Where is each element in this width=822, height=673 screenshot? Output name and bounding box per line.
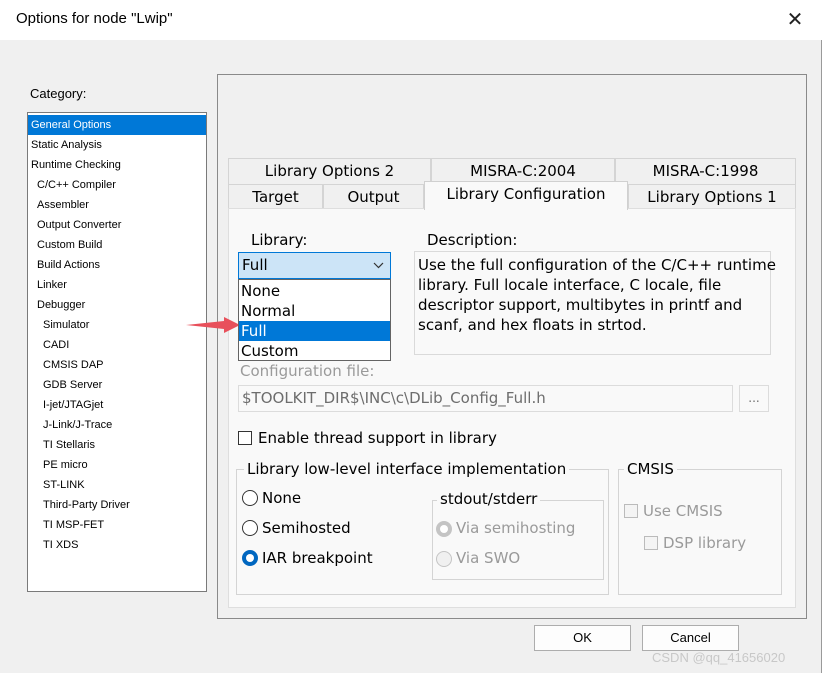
config-file-label: Configuration file: [240, 362, 375, 380]
watermark: CSDN @qq_41656020 [652, 650, 786, 665]
library-select-value: Full [242, 256, 268, 274]
stdout-group [432, 500, 604, 580]
category-item[interactable]: Assembler [28, 195, 206, 215]
radio-iar-breakpoint-label: IAR breakpoint [262, 549, 373, 567]
category-item[interactable]: GDB Server [28, 375, 206, 395]
category-item[interactable]: Third-Party Driver [28, 495, 206, 515]
description-label: Description: [427, 231, 518, 249]
cancel-button[interactable]: Cancel [642, 625, 739, 651]
library-option-normal[interactable]: Normal [239, 301, 390, 321]
category-item[interactable]: ST-LINK [28, 475, 206, 495]
library-select[interactable]: Full [238, 252, 391, 279]
low-level-group-title: Library low-level interface implementati… [244, 460, 570, 478]
category-item[interactable]: TI XDS [28, 535, 206, 555]
category-label: Category: [30, 86, 87, 101]
category-item[interactable]: General Options [28, 115, 206, 135]
radio-iar-breakpoint[interactable] [242, 550, 258, 566]
radio-via-swo-label: Via SWO [456, 549, 521, 567]
category-item[interactable]: CADI [28, 335, 206, 355]
category-list[interactable]: General Options Static Analysis Runtime Ch… [27, 112, 207, 592]
annotation-arrow-icon [186, 317, 240, 333]
description-line: Use the full configuration of the C/C++ … [418, 256, 776, 274]
close-icon[interactable]: ✕ [784, 8, 806, 30]
category-item[interactable]: CMSIS DAP [28, 355, 206, 375]
cmsis-group-title: CMSIS [624, 460, 677, 478]
chevron-down-icon[interactable] [373, 253, 384, 278]
category-item[interactable]: Build Actions [28, 255, 206, 275]
category-item[interactable]: Static Analysis [28, 135, 206, 155]
description-line: descriptor support, multibytes in printf… [418, 296, 743, 314]
library-label: Library: [251, 231, 308, 249]
category-item[interactable]: Simulator [28, 315, 206, 335]
stdout-group-title: stdout/stderr [437, 490, 541, 508]
tab-misra-c-1998[interactable]: MISRA-C:1998 [615, 158, 796, 184]
cmsis-group [618, 469, 782, 595]
thread-support-checkbox[interactable] [238, 431, 252, 445]
library-option-full[interactable]: Full [239, 321, 390, 341]
library-dropdown-list[interactable]: None Normal Full Custom [238, 279, 391, 361]
radio-semihosted-label: Semihosted [262, 519, 351, 537]
title-bar: Options for node "Lwip" ✕ [0, 0, 822, 40]
category-item[interactable]: PE micro [28, 455, 206, 475]
thread-support-label: Enable thread support in library [258, 429, 497, 447]
radio-via-semihosting[interactable] [436, 521, 452, 537]
browse-button[interactable]: ... [739, 385, 769, 412]
tab-target[interactable]: Target [228, 184, 323, 210]
description-line: library. Full locale interface, C locale… [418, 276, 722, 294]
ok-button[interactable]: OK [534, 625, 631, 651]
category-item[interactable]: Linker [28, 275, 206, 295]
category-item[interactable]: J-Link/J-Trace [28, 415, 206, 435]
use-cmsis-checkbox[interactable] [624, 504, 638, 518]
library-option-custom[interactable]: Custom [239, 341, 390, 361]
radio-via-swo[interactable] [436, 551, 452, 567]
category-item[interactable]: C/C++ Compiler [28, 175, 206, 195]
category-item[interactable]: Runtime Checking [28, 155, 206, 175]
tab-library-options-1[interactable]: Library Options 1 [628, 184, 796, 210]
description-box: Use the full configuration of the C/C++ … [414, 251, 776, 355]
radio-semihosted[interactable] [242, 520, 258, 536]
library-option-none[interactable]: None [239, 281, 390, 301]
tab-library-options-2[interactable]: Library Options 2 [228, 158, 431, 184]
dialog-title: Options for node "Lwip" [16, 10, 173, 27]
radio-via-semihosting-label: Via semihosting [456, 519, 576, 537]
radio-none[interactable] [242, 490, 258, 506]
category-item[interactable]: Output Converter [28, 215, 206, 235]
description-line: scanf, and hex floats in strtod. [418, 316, 647, 334]
tab-output[interactable]: Output [323, 184, 424, 210]
category-item[interactable]: Custom Build [28, 235, 206, 255]
dsp-library-label: DSP library [663, 534, 747, 552]
radio-none-label: None [262, 489, 302, 507]
use-cmsis-label: Use CMSIS [643, 502, 723, 520]
category-item[interactable]: TI MSP-FET [28, 515, 206, 535]
category-item[interactable]: TI Stellaris [28, 435, 206, 455]
config-file-field[interactable]: $TOOLKIT_DIR$\INC\c\DLib_Config_Full.h [238, 385, 733, 412]
tab-library-configuration[interactable]: Library Configuration [424, 181, 628, 210]
category-item[interactable]: I-jet/JTAGjet [28, 395, 206, 415]
category-item[interactable]: Debugger [28, 295, 206, 315]
dsp-library-checkbox[interactable] [644, 536, 658, 550]
options-dialog: Options for node "Lwip" ✕ Category: Gene… [0, 0, 822, 673]
